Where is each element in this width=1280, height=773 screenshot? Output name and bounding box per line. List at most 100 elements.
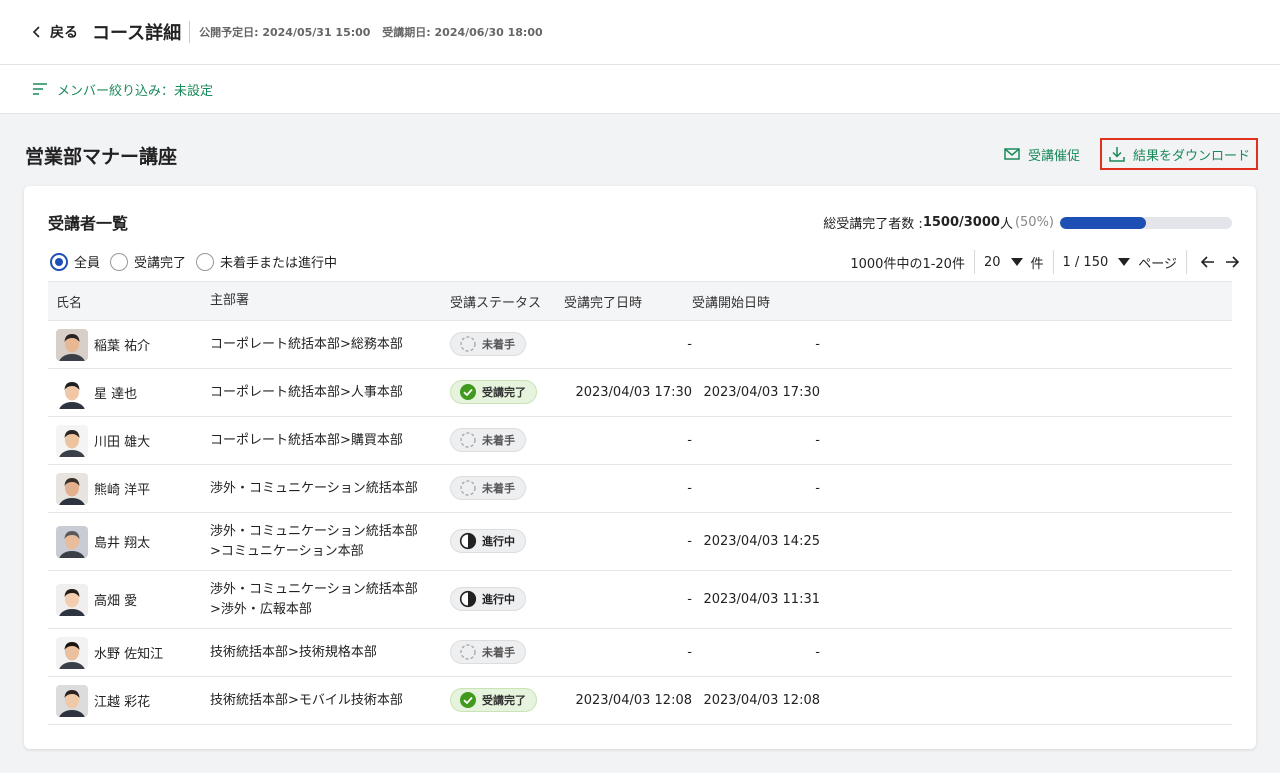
- publish-date: 公開予定日: 2024/05/31 15:00: [199, 26, 371, 39]
- status-cell: 未着手: [450, 640, 564, 665]
- attendee-name: 高畑 愛: [94, 594, 138, 609]
- course-title: 営業部マナー講座: [25, 146, 178, 168]
- dashed-circle-icon: [460, 336, 476, 352]
- dept-line: 渉外・コミュニケーション統括本部: [210, 523, 418, 539]
- status-label: 進行中: [482, 593, 515, 606]
- col-done: 受講完了日時: [564, 295, 643, 311]
- col-name: 氏名: [56, 295, 83, 311]
- dept-cell: 渉外・コミュニケーション統括本部: [210, 479, 450, 499]
- status-badge: 未着手: [450, 332, 526, 356]
- table-row[interactable]: 川田 雄大 コーポレート統括本部>購買本部 未着手 - -: [48, 417, 1232, 465]
- download-results-button[interactable]: 結果をダウンロード: [1099, 138, 1258, 170]
- radio-label: 未着手または進行中: [220, 256, 338, 271]
- radio-completed[interactable]: 受講完了: [110, 252, 186, 271]
- attendee-name: 川田 雄大: [94, 435, 151, 450]
- started-at-cell: 2023/04/03 14:25: [703, 534, 820, 549]
- mail-icon: [1004, 148, 1020, 160]
- status-label: 未着手: [482, 482, 515, 495]
- filter-bar: メンバー絞り込み：未設定: [0, 65, 1280, 114]
- completed-at-cell: -: [687, 481, 692, 496]
- filter-lines-icon: [33, 83, 47, 95]
- dept-line: 技術統括本部>技術規格本部: [210, 644, 377, 660]
- member-filter-label: メンバー絞り込み：未設定: [57, 83, 214, 99]
- avatar: [56, 376, 88, 409]
- prev-page-arrow-icon[interactable]: [1199, 253, 1217, 271]
- completion-unit: 人: [999, 217, 1013, 232]
- status-badge: 受講完了: [450, 688, 537, 712]
- status-badge: 進行中: [450, 587, 526, 611]
- status-badge: 未着手: [450, 640, 526, 664]
- table-row[interactable]: 島井 翔太 渉外・コミュニケーション統括本部 >コミュニケーション本部 進行中 -202…: [48, 513, 1232, 571]
- caret-down-icon[interactable]: [1118, 258, 1131, 266]
- back-button[interactable]: 戻る: [30, 22, 78, 42]
- table-row[interactable]: 稲葉 祐介 コーポレート統括本部>総務本部 未着手 - -: [48, 321, 1232, 369]
- radio-circle[interactable]: [196, 252, 215, 271]
- status-label: 進行中: [482, 535, 515, 548]
- avatar: [56, 525, 88, 558]
- completed-at-cell: -: [687, 534, 692, 549]
- dept-line: コーポレート統括本部>人事本部: [210, 384, 403, 400]
- next-page-arrow-icon[interactable]: [1223, 253, 1241, 271]
- name-cell: 高畑 愛: [48, 583, 210, 616]
- course-dates: 公開予定日: 2024/05/31 15:00 受講期日: 2024/06/30…: [199, 24, 543, 40]
- completion-percent: (50%): [1014, 215, 1054, 230]
- table-row[interactable]: 水野 佐知江 技術統括本部>技術規格本部 未着手 - -: [48, 629, 1232, 677]
- completion-prefix: 総受講完了者数 :: [823, 217, 923, 232]
- member-filter-button[interactable]: メンバー絞り込み：未設定: [31, 80, 213, 99]
- page-select[interactable]: 1 / 150 ページ: [1052, 250, 1186, 274]
- started-at-cell: 2023/04/03 11:31: [703, 592, 820, 607]
- started-at-cell: -: [815, 337, 820, 352]
- avatar: [56, 583, 88, 616]
- course-actions: 受講催促 結果をダウンロード: [997, 138, 1258, 170]
- dept-cell: コーポレート統括本部>総務本部: [210, 335, 450, 355]
- per-page-select[interactable]: 20 件: [973, 250, 1053, 274]
- started-at-cell: -: [815, 481, 820, 496]
- started-at-cell: -: [815, 645, 820, 660]
- dashed-circle-icon: [460, 644, 476, 660]
- check-circle-icon: [460, 384, 476, 400]
- page-unit: ページ: [1138, 256, 1177, 272]
- table-row[interactable]: 星 達也 コーポレート統括本部>人事本部 受講完了 2023/04/03 17:30 2…: [48, 369, 1232, 417]
- name-cell: 水野 佐知江: [48, 636, 210, 669]
- started-at-cell: 2023/04/03 17:30: [703, 385, 820, 400]
- range-text: 1000件中の1-20件: [850, 256, 965, 272]
- radio-circle[interactable]: [110, 252, 129, 271]
- status-cell: 進行中: [450, 587, 564, 612]
- top-bar: 戻る コース詳細 公開予定日: 2024/05/31 15:00 受講期日: 2…: [0, 0, 1280, 65]
- dept-line: >渉外・広報本部: [210, 601, 312, 617]
- name-cell: 熊崎 洋平: [48, 472, 210, 505]
- radio-circle[interactable]: [50, 252, 68, 271]
- completion-summary: 総受講完了者数 : 1500/3000 人 (50%): [823, 213, 1232, 232]
- status-label: 未着手: [482, 646, 515, 659]
- avatar: [56, 424, 88, 457]
- radio-label: 全員: [74, 256, 101, 271]
- completion-progress-bar: [1060, 216, 1232, 229]
- radio-not-started-or-in-progress[interactable]: 未着手または進行中: [196, 252, 337, 271]
- name-cell: 星 達也: [48, 376, 210, 409]
- attendee-name: 熊崎 洋平: [94, 483, 151, 498]
- col-start: 受講開始日時: [692, 295, 771, 311]
- dept-line: コーポレート統括本部>購買本部: [210, 432, 403, 448]
- half-circle-icon: [459, 532, 477, 550]
- name-cell: 川田 雄大: [48, 424, 210, 457]
- completed-at-cell: -: [687, 337, 692, 352]
- attendee-name: 江越 彩花: [94, 695, 151, 710]
- caret-down-icon[interactable]: [1010, 258, 1023, 266]
- status-label: 受講完了: [482, 694, 526, 707]
- per-page-unit: 件: [1030, 256, 1044, 272]
- remind-button[interactable]: 受講催促: [997, 138, 1086, 170]
- table-row[interactable]: 熊崎 洋平 渉外・コミュニケーション統括本部 未着手 - -: [48, 465, 1232, 513]
- check-circle-icon: [460, 692, 476, 708]
- status-cell: 受講完了: [450, 688, 564, 713]
- attendee-name: 水野 佐知江: [94, 647, 164, 662]
- radio-all[interactable]: 全員: [50, 252, 100, 271]
- table-row[interactable]: 江越 彩花 技術統括本部>モバイル技術本部 受講完了 2023/04/03 12:08…: [48, 677, 1232, 725]
- status-label: 受講完了: [482, 386, 526, 399]
- divider: [189, 21, 191, 43]
- avatar: [56, 636, 88, 669]
- completed-at-cell: 2023/04/03 12:08: [575, 693, 692, 708]
- dept-cell: 渉外・コミュニケーション統括本部 >コミュニケーション本部: [210, 522, 450, 562]
- col-status: 受講ステータス: [450, 295, 542, 311]
- table-row[interactable]: 高畑 愛 渉外・コミュニケーション統括本部 >渉外・広報本部 進行中 -2023/04/…: [48, 571, 1232, 629]
- completed-at-cell: -: [687, 645, 692, 660]
